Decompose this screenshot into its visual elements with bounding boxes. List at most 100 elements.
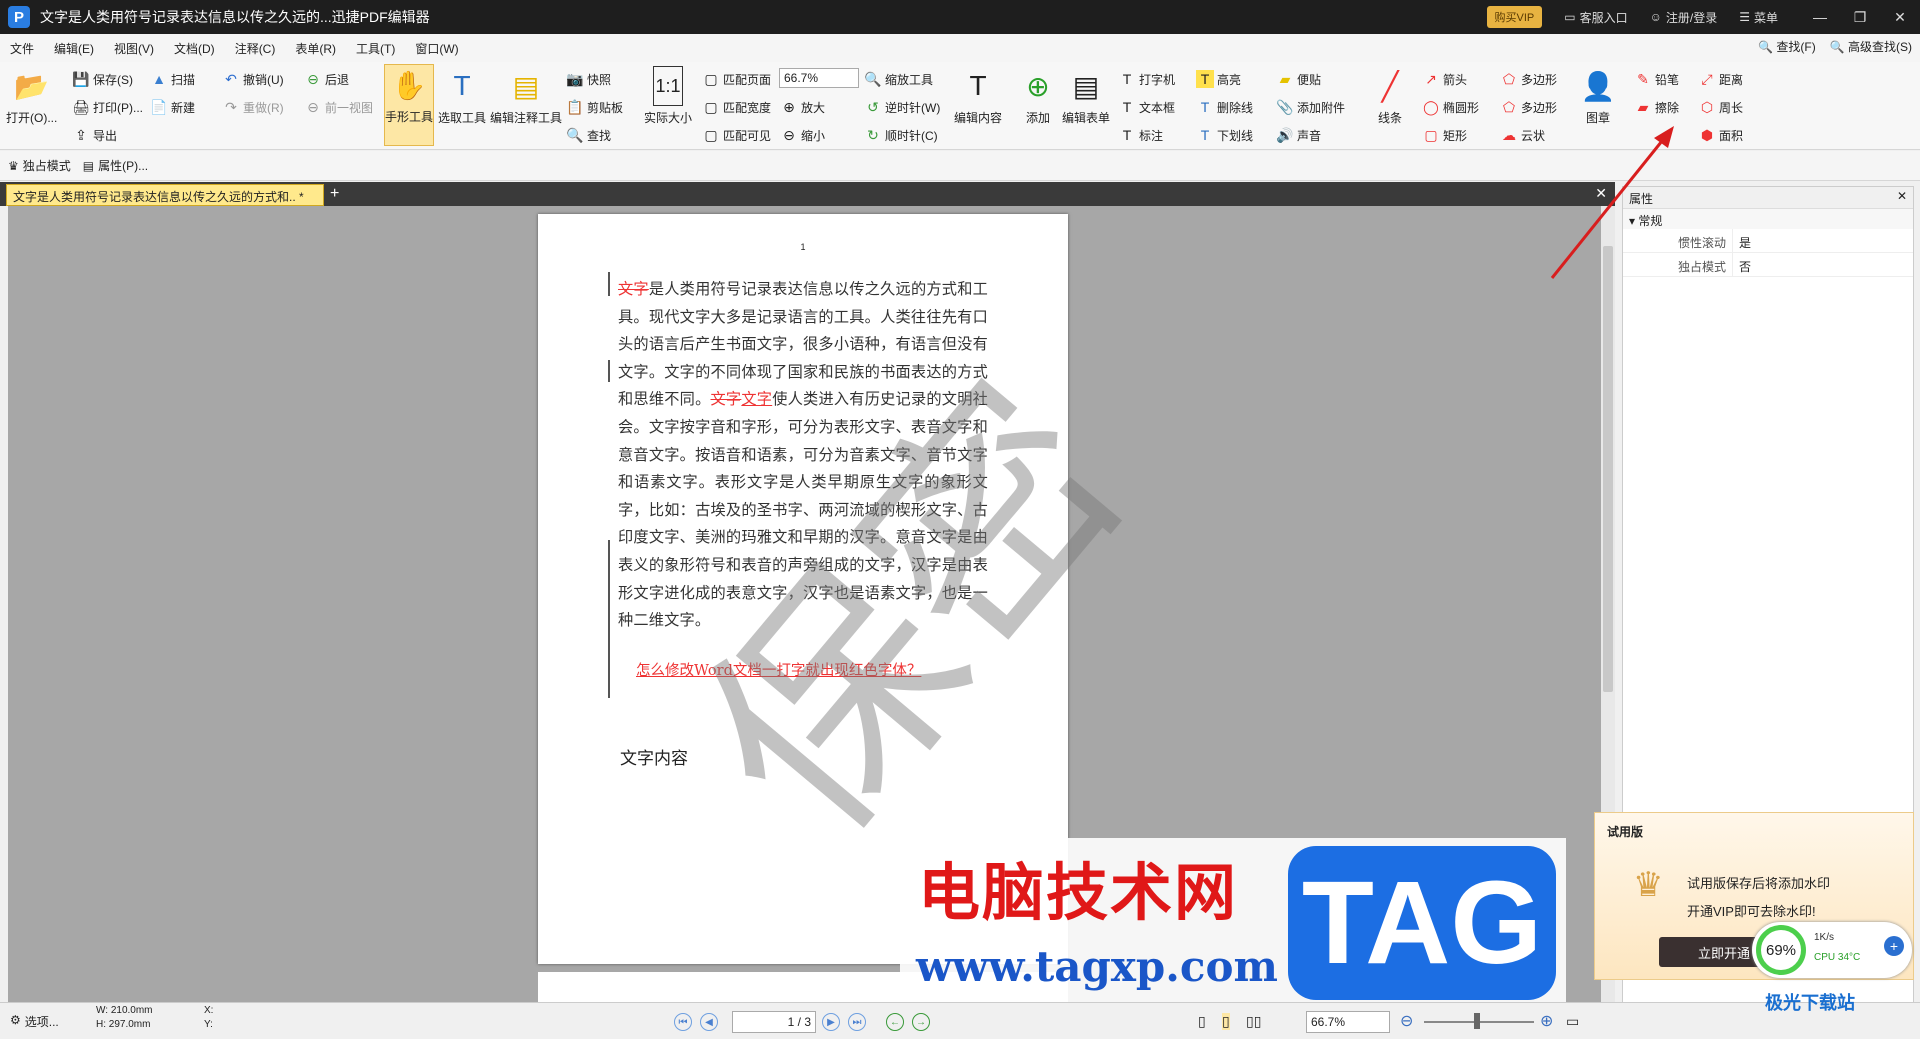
zoom-tool-button[interactable]: 🔍 缩放工具	[864, 70, 933, 88]
typewriter-button[interactable]: T 打字机	[1118, 70, 1175, 88]
buy-vip-button[interactable]: 购买VIP	[1486, 6, 1543, 28]
ellipse-button[interactable]: ◯ 椭圆形	[1422, 98, 1479, 116]
menu-tools[interactable]: 工具(T)	[346, 40, 405, 57]
zoom-select[interactable]: 66.7%	[779, 68, 859, 88]
polyline-button[interactable]: ⬠ 多边形	[1500, 98, 1557, 116]
menu-edit[interactable]: 编辑(E)	[44, 40, 104, 57]
polygon-button[interactable]: ⬠ 多边形	[1500, 70, 1557, 88]
forward-nav-button[interactable]: →	[912, 1013, 930, 1031]
snapshot-button[interactable]: 📷 快照	[566, 70, 611, 88]
textbox-button[interactable]: T 文本框	[1118, 98, 1175, 116]
sticky-note-button[interactable]: ▰ 便贴	[1276, 70, 1321, 88]
fit-visible-button[interactable]: ▢ 匹配可见	[702, 126, 771, 144]
arrow-button[interactable]: ↗ 箭头	[1422, 70, 1467, 88]
edit-content-button[interactable]: T 编辑内容	[954, 66, 1002, 126]
strikethrough-button[interactable]: T 删除线	[1196, 98, 1253, 116]
save-button[interactable]: 💾 保存(S)	[72, 70, 133, 88]
window-title: 文字是人类用符号记录表达信息以传之久远的...迅捷PDF编辑器	[40, 9, 430, 25]
menu-document[interactable]: 文档(D)	[164, 40, 225, 57]
cloud-button[interactable]: ☁ 云状	[1500, 126, 1545, 144]
prev-page-button[interactable]: ◀	[700, 1013, 718, 1031]
redo-button[interactable]: ↷ 重做(R)	[222, 98, 284, 116]
new-button[interactable]: 📄 新建	[150, 98, 195, 116]
sound-button[interactable]: 🔊 声音	[1276, 126, 1321, 144]
undo-button[interactable]: ↶ 撤销(U)	[222, 70, 284, 88]
open-button[interactable]: 📂 打开(O)...	[6, 66, 57, 126]
scrollbar-thumb[interactable]	[1603, 246, 1613, 692]
stamp-button[interactable]: 👤 图章	[1578, 66, 1618, 126]
options-button[interactable]: ⚙ 选项...	[10, 1013, 59, 1030]
actual-size-button[interactable]: 1:1 实际大小	[644, 66, 692, 126]
zoom-out-icon[interactable]: ⊖	[1400, 1011, 1413, 1031]
edit-form-button[interactable]: ▤ 编辑表单	[1062, 66, 1110, 126]
menu-bar: 文件 编辑(E) 视图(V) 文档(D) 注释(C) 表单(R) 工具(T) 窗…	[0, 34, 1920, 62]
export-icon: ⇪	[75, 126, 87, 143]
menu-button[interactable]: ☰ 菜单	[1739, 9, 1778, 26]
add-tab-icon[interactable]: +	[330, 186, 339, 202]
fit-width-button[interactable]: ▢ 匹配宽度	[702, 98, 771, 116]
continuous-page-icon[interactable]: ▯	[1222, 1013, 1230, 1030]
perimeter-button[interactable]: ⬡ 周长	[1698, 98, 1743, 116]
back-button[interactable]: ⊖ 后退	[304, 70, 349, 88]
find-tool-button[interactable]: 🔍 查找	[566, 126, 611, 144]
next-page-button[interactable]: ▶	[822, 1013, 840, 1031]
attach-file-button[interactable]: 📎 添加附件	[1276, 98, 1345, 116]
eraser-button[interactable]: ▰ 擦除	[1634, 98, 1679, 116]
textbox-icon: T	[1122, 99, 1132, 115]
export-button[interactable]: ⇪ 导出	[72, 126, 117, 144]
zoom-in-icon[interactable]: ⊕	[1540, 1011, 1553, 1031]
highlight-button[interactable]: T 高亮	[1196, 70, 1241, 88]
cpu-monitor-widget[interactable]: 69% 1K/s CPU 34°C +	[1752, 922, 1912, 978]
area-button[interactable]: ⬢ 面积	[1698, 126, 1743, 144]
zoom-in-button[interactable]: ⊕ 放大	[780, 98, 825, 116]
underline-button[interactable]: T 下划线	[1196, 126, 1253, 144]
prev-view-button[interactable]: ⊖ 前一视图	[304, 98, 373, 116]
rectangle-button[interactable]: ▢ 矩形	[1422, 126, 1467, 144]
rotate-cw-button[interactable]: ↻ 顺时针(C)	[864, 126, 938, 144]
zoom-out-button[interactable]: ⊖ 缩小	[780, 126, 825, 144]
first-page-button[interactable]: ⏮	[674, 1013, 692, 1031]
find-button[interactable]: 🔍 查找(F)	[1758, 38, 1816, 55]
minimize-button[interactable]: —	[1800, 9, 1840, 25]
login-button[interactable]: ☺ 注册/登录	[1650, 9, 1718, 26]
exclusive-mode-button[interactable]: ♛ 独占模式	[8, 157, 71, 174]
pencil-button[interactable]: ✎ 铅笔	[1634, 70, 1679, 88]
fit-page-button[interactable]: ▢ 匹配页面	[702, 70, 771, 88]
plus-icon[interactable]: +	[1884, 936, 1904, 956]
two-page-icon[interactable]: ▯▯	[1246, 1013, 1261, 1030]
callout-button[interactable]: T 标注	[1118, 126, 1163, 144]
menu-window[interactable]: 窗口(W)	[405, 40, 468, 57]
properties-button[interactable]: ▤ 属性(P)...	[83, 157, 148, 174]
last-page-button[interactable]: ⏭	[848, 1013, 866, 1031]
close-panel-icon[interactable]: ✕	[1897, 189, 1907, 203]
full-screen-icon[interactable]: ▭	[1566, 1013, 1579, 1030]
menu-view[interactable]: 视图(V)	[104, 40, 164, 57]
hand-tool-button[interactable]: ✋ 手形工具	[384, 64, 434, 146]
net-speed: 1K/s	[1814, 932, 1835, 943]
zoom-slider-thumb[interactable]	[1474, 1013, 1480, 1029]
close-button[interactable]: ✕	[1880, 9, 1920, 26]
edit-note-tool-button[interactable]: ▤ 编辑注释工具	[490, 66, 562, 126]
maximize-button[interactable]: ❐	[1840, 9, 1880, 26]
scan-button[interactable]: ▲ 扫描	[150, 70, 195, 88]
single-page-icon[interactable]: ▯	[1198, 1013, 1206, 1030]
status-bar: ⚙ 选项... W: 210.0mm H: 297.0mm X: Y: ⏮ ◀ 1…	[0, 993, 1920, 1039]
menu-comment[interactable]: 注释(C)	[225, 40, 286, 57]
advanced-find-button[interactable]: 🔍 高级查找(S)	[1830, 38, 1912, 55]
rotate-ccw-button[interactable]: ↺ 逆时针(W)	[864, 98, 940, 116]
select-tool-button[interactable]: T 选取工具	[438, 66, 486, 126]
clipboard-icon: 📋	[566, 98, 584, 115]
menu-form[interactable]: 表单(R)	[285, 40, 346, 57]
status-zoom-select[interactable]: 66.7%	[1306, 1011, 1390, 1033]
service-button[interactable]: ▭ 客服入口	[1564, 9, 1627, 26]
document-tab[interactable]: 文字是人类用符号记录表达信息以传之久远的方式和.. *	[6, 184, 324, 206]
page-input[interactable]: 1 / 3	[732, 1011, 816, 1033]
add-button[interactable]: ⊕ 添加	[1018, 66, 1058, 126]
print-button[interactable]: 🖨 打印(P)...	[72, 98, 143, 116]
paperclip-icon: 📎	[1276, 98, 1294, 115]
clipboard-button[interactable]: 📋 剪贴板	[566, 98, 623, 116]
distance-button[interactable]: ⤢ 距离	[1698, 70, 1743, 88]
menu-file[interactable]: 文件	[0, 40, 44, 57]
line-button[interactable]: ╱ 线条	[1370, 66, 1410, 126]
back-nav-button[interactable]: ←	[886, 1013, 904, 1031]
